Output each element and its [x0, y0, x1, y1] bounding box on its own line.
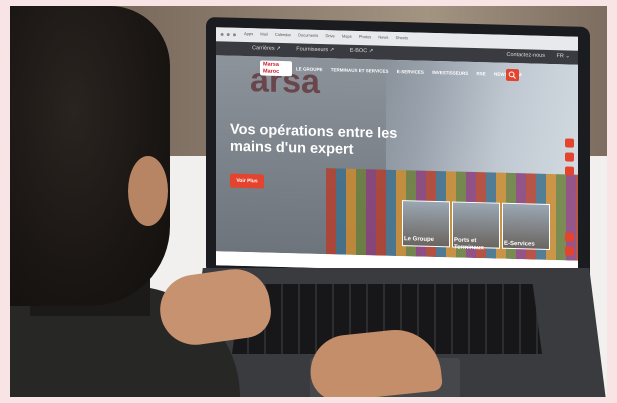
- nav-item-rse[interactable]: RSE: [476, 71, 485, 76]
- bookmarks-bar: Apps Mail Calendar Documents Drive Maps …: [244, 31, 414, 40]
- person-ear: [128, 156, 168, 226]
- side-widget-icon[interactable]: [565, 232, 574, 242]
- search-icon: [508, 71, 516, 79]
- tile-label: E-Services: [504, 240, 535, 248]
- side-widget-icon[interactable]: [565, 138, 574, 148]
- bookmark[interactable]: Apps: [244, 31, 253, 36]
- nav-item-e-services[interactable]: E-SERVICES: [397, 69, 424, 75]
- topbar-link-suppliers[interactable]: Fournisseurs ↗: [296, 46, 334, 53]
- bookmark[interactable]: Calendar: [275, 32, 291, 37]
- bookmark[interactable]: News: [378, 35, 388, 40]
- quick-tiles: Le Groupe Ports et Terminaux E-Services: [402, 200, 562, 260]
- tile-label: Ports et Terminaux: [454, 237, 484, 252]
- bookmark[interactable]: Drive: [325, 33, 334, 38]
- bookmark[interactable]: Documents: [298, 32, 318, 38]
- window-controls-icon[interactable]: ● ● ●: [220, 31, 237, 38]
- hero-headline: Vos opérations entre les mains d'un expe…: [230, 121, 398, 158]
- laptop-screen: ● ● ● Apps Mail Calendar Documents Drive…: [216, 27, 578, 275]
- tile-label: Le Groupe: [404, 236, 435, 243]
- bookmark[interactable]: Maps: [342, 34, 352, 39]
- bookmark[interactable]: Mail: [260, 31, 267, 36]
- topbar-link-eboc[interactable]: E-BOC ↗: [350, 48, 374, 55]
- hero-section: arsa Marsa Maroc LE GROUPE TERMINAUX ET …: [216, 55, 578, 261]
- topbar-link-careers[interactable]: Carrières ↗: [252, 45, 281, 52]
- bookmark[interactable]: Sheets: [396, 35, 408, 40]
- search-button[interactable]: [506, 68, 519, 82]
- side-widget-icon[interactable]: [565, 166, 574, 176]
- side-widget-icon[interactable]: [565, 152, 574, 162]
- photo-scene: ● ● ● Apps Mail Calendar Documents Drive…: [0, 0, 617, 403]
- voir-plus-button[interactable]: Voir Plus: [230, 173, 264, 189]
- contact-link[interactable]: Contactez-nous: [506, 52, 545, 59]
- photograph: ● ● ● Apps Mail Calendar Documents Drive…: [10, 6, 607, 397]
- bookmark[interactable]: Photos: [359, 34, 371, 39]
- nav-item-terminaux[interactable]: TERMINAUX ET SERVICES: [331, 67, 389, 74]
- marsa-maroc-logo[interactable]: Marsa Maroc: [260, 60, 292, 77]
- language-select[interactable]: FR ⌄: [557, 53, 570, 59]
- side-widget-icon[interactable]: [565, 246, 574, 256]
- nav-item-investisseurs[interactable]: INVESTISSEURS: [432, 70, 468, 76]
- nav-item-le-groupe[interactable]: LE GROUPE: [296, 66, 323, 72]
